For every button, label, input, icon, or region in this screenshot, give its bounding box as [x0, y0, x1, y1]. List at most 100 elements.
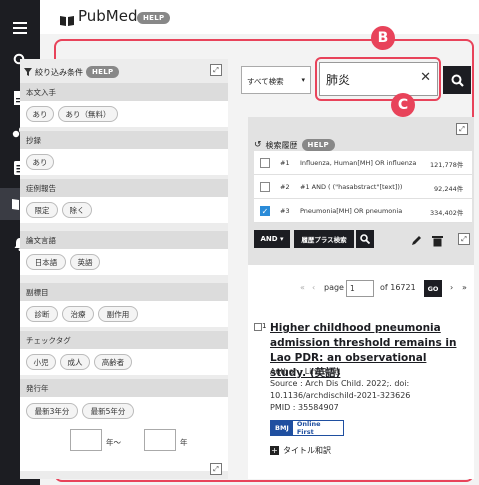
- filter-option[interactable]: 日本語: [26, 254, 66, 270]
- filter-option[interactable]: あり: [26, 154, 54, 170]
- history-table: #1 Influenza, Human[MH] OR influenza 121…: [254, 151, 472, 223]
- result-author: Author : Lim R, 他: [270, 367, 341, 376]
- history-row: #1 Influenza, Human[MH] OR influenza 121…: [254, 151, 472, 175]
- filter-help-badge[interactable]: HELP: [86, 66, 120, 78]
- filter-option[interactable]: 小児: [26, 354, 56, 370]
- help-badge[interactable]: HELP: [137, 12, 171, 24]
- history-row: ✓ #3 Pneumonia[MH] OR pneumonia 334,402件: [254, 199, 472, 223]
- expand-icon[interactable]: ⤢: [210, 64, 222, 76]
- filter-option[interactable]: あり（無料）: [58, 106, 118, 122]
- search-icon: [360, 234, 370, 244]
- section-title-language: 論文言語: [20, 231, 228, 249]
- filter-header: 絞り込み条件 HELP: [24, 66, 120, 78]
- section-title-pubyear: 発行年: [20, 379, 228, 397]
- filter-option[interactable]: 診断: [26, 306, 58, 322]
- section-body-fulltext: あり あり（無料）: [20, 101, 228, 127]
- history-plus-search-button[interactable]: 履歴プラス検索: [294, 230, 354, 248]
- search-input[interactable]: 肺炎 ✕: [319, 62, 438, 96]
- history-header: ↺ 検索履歴 HELP: [254, 139, 335, 151]
- result-pmid: PMID : 35584907: [270, 403, 339, 412]
- history-icon: ↺: [254, 140, 262, 150]
- search-query: 肺炎: [326, 73, 351, 87]
- history-num: #1: [280, 159, 290, 167]
- section-body-subheading: 診断 治療 副作用: [20, 301, 228, 327]
- filter-option[interactable]: 成人: [60, 354, 90, 370]
- filter-panel: 絞り込み条件 HELP ⤢ 本文入手 あり あり（無料） 抄録 あり 症例報告 …: [20, 59, 228, 479]
- section-body-case-report: 限定 除く: [20, 197, 228, 223]
- clear-icon[interactable]: ✕: [420, 70, 431, 85]
- year-from-input[interactable]: [70, 429, 102, 451]
- expand-icon[interactable]: ⤢: [456, 123, 468, 135]
- bmj-logo: BMJ: [271, 421, 293, 435]
- history-checkbox[interactable]: [260, 158, 270, 168]
- history-row: #2 #1 AND ( ("hasabstract"[text])) 92,24…: [254, 175, 472, 199]
- section-title-subheading: 副標目: [20, 283, 228, 301]
- history-help-badge[interactable]: HELP: [301, 139, 335, 151]
- page-label: page: [324, 283, 344, 292]
- bmj-online-first-badge[interactable]: BMJ Online First: [270, 420, 344, 436]
- year-to-input[interactable]: [144, 429, 176, 451]
- section-body-checktag: 小児 成人 高齢者: [20, 349, 228, 375]
- result-source: Source : Arch Dis Child. 2022;. doi: 10.…: [270, 379, 411, 400]
- history-checkbox-checked[interactable]: ✓: [260, 206, 270, 216]
- history-checkbox[interactable]: [260, 182, 270, 192]
- and-label: AND: [260, 235, 278, 243]
- year-to-suffix: 年: [180, 438, 188, 447]
- plus-icon: +: [270, 446, 279, 455]
- filter-option[interactable]: 限定: [26, 202, 58, 218]
- history-num: #2: [280, 183, 290, 191]
- go-button[interactable]: GO: [424, 280, 442, 297]
- result-checkbox[interactable]: [254, 323, 262, 331]
- history-query[interactable]: Pneumonia[MH] OR pneumonia: [300, 207, 402, 215]
- result-number: 1: [262, 322, 267, 330]
- filter-option[interactable]: 最新5年分: [82, 403, 134, 419]
- year-from-suffix: 年〜: [106, 438, 121, 447]
- history-num: #3: [280, 207, 290, 215]
- edit-icon[interactable]: [410, 232, 422, 251]
- next-page-button[interactable]: ›: [450, 283, 453, 292]
- and-button[interactable]: AND ▾: [254, 230, 290, 248]
- chevron-down-icon: ▾: [301, 76, 305, 84]
- section-body-abstract: あり: [20, 149, 228, 175]
- menu-icon[interactable]: [0, 12, 40, 44]
- section-title-checktag: チェックタグ: [20, 331, 228, 349]
- page-total: of 16721: [380, 283, 416, 292]
- search-history-panel: ⤢ ↺ 検索履歴 HELP #1 Influenza, Human[MH] OR…: [248, 117, 474, 265]
- brand-title: PubMed: [78, 7, 138, 25]
- filter-option[interactable]: 最新3年分: [26, 403, 78, 419]
- history-title: 検索履歴: [265, 140, 298, 150]
- title-translate-button[interactable]: + タイトル和訳: [270, 445, 331, 456]
- filter-option[interactable]: 除く: [62, 202, 92, 218]
- history-search-button[interactable]: [356, 230, 374, 248]
- history-count[interactable]: 121,778件: [430, 159, 463, 169]
- search-button[interactable]: [443, 66, 471, 94]
- history-query[interactable]: Influenza, Human[MH] OR influenza: [300, 159, 416, 167]
- search-icon: [451, 74, 464, 87]
- section-title-case-report: 症例報告: [20, 179, 228, 197]
- book-logo-icon: [60, 11, 74, 30]
- filter-option[interactable]: 高齢者: [94, 354, 132, 370]
- first-page-button[interactable]: «: [300, 283, 305, 292]
- last-page-button[interactable]: »: [462, 283, 467, 292]
- filter-option[interactable]: 英語: [70, 254, 100, 270]
- callout-badge-b: B: [371, 26, 395, 50]
- filter-option[interactable]: 副作用: [98, 306, 138, 322]
- online-first-label: Online First: [296, 420, 321, 436]
- chevron-down-icon: ▾: [280, 235, 284, 243]
- expand-icon[interactable]: ⤢: [458, 233, 470, 245]
- history-query[interactable]: #1 AND ( ("hasabstract"[text])): [300, 183, 402, 191]
- filter-option[interactable]: 治療: [62, 306, 94, 322]
- history-count[interactable]: 92,244件: [434, 183, 463, 193]
- pagination: « ‹ page 1 of 16721 GO › »: [248, 279, 474, 299]
- section-body-pubyear: 最新3年分 最新5年分 年〜 年: [20, 397, 228, 471]
- callout-badge-c: C: [391, 93, 415, 117]
- prev-page-button[interactable]: ‹: [312, 283, 315, 292]
- trash-icon[interactable]: [432, 232, 443, 251]
- page-input[interactable]: 1: [346, 280, 374, 297]
- filter-option[interactable]: あり: [26, 106, 54, 122]
- expand-icon[interactable]: ⤢: [210, 463, 222, 475]
- results-panel: « ‹ page 1 of 16721 GO › » 1 Higher chil…: [248, 265, 474, 479]
- history-count[interactable]: 334,402件: [430, 207, 463, 217]
- search-field-select[interactable]: すべて検索 ▾: [241, 66, 311, 94]
- section-body-language: 日本語 英語: [20, 249, 228, 275]
